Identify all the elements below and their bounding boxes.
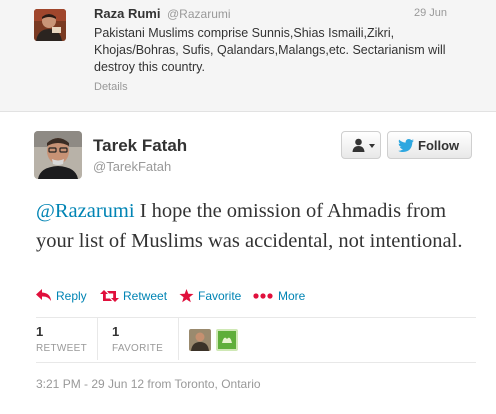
stat-separator <box>178 318 179 360</box>
context-tweet-text: Pakistani Muslims comprise Sunnis,Shias … <box>94 26 446 74</box>
stats-divider-top <box>36 317 476 318</box>
favoriter-avatar[interactable] <box>216 329 238 351</box>
context-tweet[interactable]: Raza Rumi @Razarumi 29 Jun Pakistani Mus… <box>0 0 496 112</box>
details-link[interactable]: Details <box>94 81 128 93</box>
context-author-handle[interactable]: @Razarumi <box>167 7 231 21</box>
more-dots-icon <box>253 293 273 299</box>
retweet-count: 1 <box>36 324 44 339</box>
person-icon <box>352 138 365 152</box>
user-actions-dropdown[interactable] <box>341 131 381 159</box>
stats-divider-bottom <box>36 362 476 363</box>
context-tweet-date[interactable]: 29 Jun <box>414 7 447 19</box>
author-avatar[interactable] <box>34 131 82 179</box>
author-name[interactable]: Tarek Fatah <box>93 136 187 156</box>
star-icon <box>179 289 194 303</box>
follow-label: Follow <box>418 138 460 153</box>
more-label: More <box>278 289 306 303</box>
favorite-count: 1 <box>112 324 120 339</box>
context-author-avatar[interactable] <box>34 9 66 41</box>
stat-separator <box>97 318 98 360</box>
reply-icon <box>36 289 51 301</box>
mention-link[interactable]: @Razarumi <box>36 200 135 222</box>
retweet-stat[interactable]: 1 RETWEET <box>36 324 87 354</box>
follow-button[interactable]: Follow <box>387 131 472 159</box>
favorite-count-label: FAVORITE <box>112 343 164 354</box>
reply-label: Reply <box>56 289 87 303</box>
favoriter-avatar[interactable] <box>189 329 211 351</box>
retweet-icon <box>100 290 119 302</box>
retweet-count-label: RETWEET <box>36 343 87 354</box>
favorite-stat[interactable]: 1 FAVORITE <box>112 324 163 354</box>
context-author-name[interactable]: Raza Rumi <box>94 6 160 21</box>
tweet-timestamp[interactable]: 3:21 PM - 29 Jun 12 from Toronto, Ontari… <box>36 377 261 391</box>
retweet-label: Retweet <box>123 289 168 303</box>
favorite-label: Favorite <box>198 289 242 303</box>
twitter-bird-icon <box>398 139 414 152</box>
tweet-text: @Razarumi I hope the omission of Ahmadis… <box>36 196 476 256</box>
caret-down-icon <box>369 144 375 148</box>
author-handle[interactable]: @TarekFatah <box>93 159 171 174</box>
